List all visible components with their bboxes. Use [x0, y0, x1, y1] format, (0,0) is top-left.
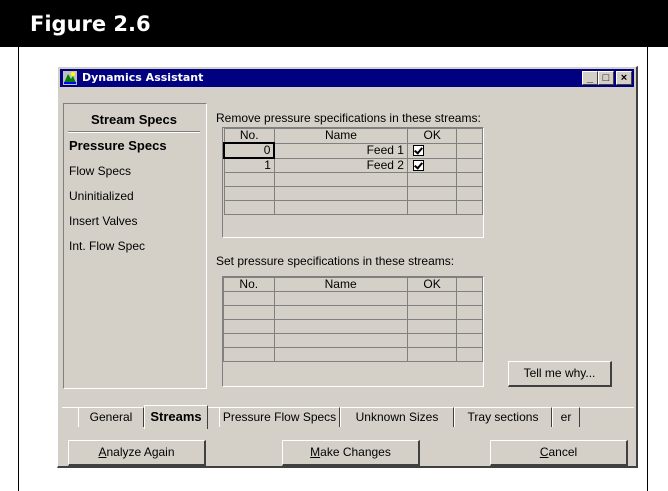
column-header-name: Name: [273, 128, 408, 144]
maximize-icon: □: [602, 72, 610, 84]
nav-item-int-flow-spec[interactable]: Int. Flow Spec: [69, 239, 145, 253]
table-row[interactable]: [223, 347, 483, 362]
table-row[interactable]: [223, 333, 483, 348]
dynamics-assistant-window: Dynamics Assistant _ □ × Stream Specs Pr…: [57, 66, 638, 468]
close-icon: ×: [620, 72, 628, 84]
figure-header: Figure 2.6: [0, 0, 668, 47]
remove-streams-grid[interactable]: No. Name OK 0 Feed 1 1 Feed 2: [222, 127, 484, 238]
tell-me-why-button[interactable]: Tell me why...: [508, 361, 612, 387]
tab-overflow[interactable]: er: [552, 407, 580, 427]
column-header-ok: OK: [406, 128, 458, 144]
ok-cell[interactable]: [406, 157, 458, 173]
nav-item-uninitialized[interactable]: Uninitialized: [69, 189, 134, 203]
minimize-button[interactable]: _: [582, 71, 598, 85]
column-header-blank: [456, 277, 483, 292]
grid-header-row: No. Name OK: [223, 277, 483, 292]
table-row[interactable]: [223, 200, 483, 215]
tab-tray-sections[interactable]: Tray sections: [454, 407, 552, 427]
nav-item-insert-valves[interactable]: Insert Valves: [69, 214, 137, 228]
tab-pressure-flow-specs[interactable]: Pressure Flow Specs: [219, 407, 340, 427]
stream-name-cell[interactable]: Feed 1: [273, 142, 408, 159]
cancel-button[interactable]: Cancel: [490, 440, 628, 466]
stream-name-cell[interactable]: Feed 2: [273, 157, 408, 173]
column-header-name: Name: [273, 277, 408, 292]
table-row[interactable]: [223, 291, 483, 306]
row-number-cell[interactable]: 0: [222, 142, 276, 159]
column-header-no: No.: [223, 128, 275, 144]
nav-item-flow-specs[interactable]: Flow Specs: [69, 164, 131, 178]
table-row[interactable]: [223, 319, 483, 334]
table-row[interactable]: 0 Feed 1: [222, 142, 483, 159]
set-streams-grid[interactable]: No. Name OK: [222, 276, 484, 387]
nav-divider: [68, 131, 200, 133]
app-icon: [63, 71, 77, 85]
figure-title: Figure 2.6: [30, 12, 151, 36]
row-number-cell[interactable]: 1: [223, 157, 275, 173]
analyze-again-button[interactable]: Analyze Again: [68, 440, 206, 466]
window-title: Dynamics Assistant: [82, 71, 204, 84]
column-header-ok: OK: [406, 277, 458, 292]
table-row[interactable]: [223, 186, 483, 201]
tab-streams[interactable]: Streams: [144, 405, 208, 429]
tab-general[interactable]: General: [78, 407, 144, 427]
title-bar[interactable]: Dynamics Assistant _ □ ×: [60, 69, 634, 87]
stream-specs-panel: Stream Specs Pressure Specs Flow Specs U…: [63, 103, 207, 389]
table-row[interactable]: [223, 305, 483, 320]
maximize-button[interactable]: □: [598, 71, 614, 85]
close-button[interactable]: ×: [616, 71, 632, 85]
set-section-label: Set pressure specifications in these str…: [216, 254, 455, 268]
table-row[interactable]: [223, 172, 483, 187]
minimize-icon: _: [586, 72, 594, 84]
ok-checkbox[interactable]: [412, 160, 424, 172]
tab-unknown-sizes[interactable]: Unknown Sizes: [340, 407, 454, 427]
table-row[interactable]: 1 Feed 2: [223, 157, 483, 173]
nav-heading: Stream Specs: [91, 112, 177, 127]
ok-cell[interactable]: [406, 142, 458, 159]
mnemonic-m: M: [310, 445, 321, 459]
column-header-blank: [456, 128, 483, 144]
ok-checkbox[interactable]: [412, 145, 424, 157]
nav-item-pressure-specs[interactable]: Pressure Specs: [69, 138, 167, 153]
remove-section-label: Remove pressure specifications in these …: [216, 111, 481, 125]
grid-header-row: No. Name OK: [223, 128, 483, 144]
column-header-no: No.: [223, 277, 275, 292]
make-changes-button[interactable]: Make Changes: [282, 440, 420, 466]
